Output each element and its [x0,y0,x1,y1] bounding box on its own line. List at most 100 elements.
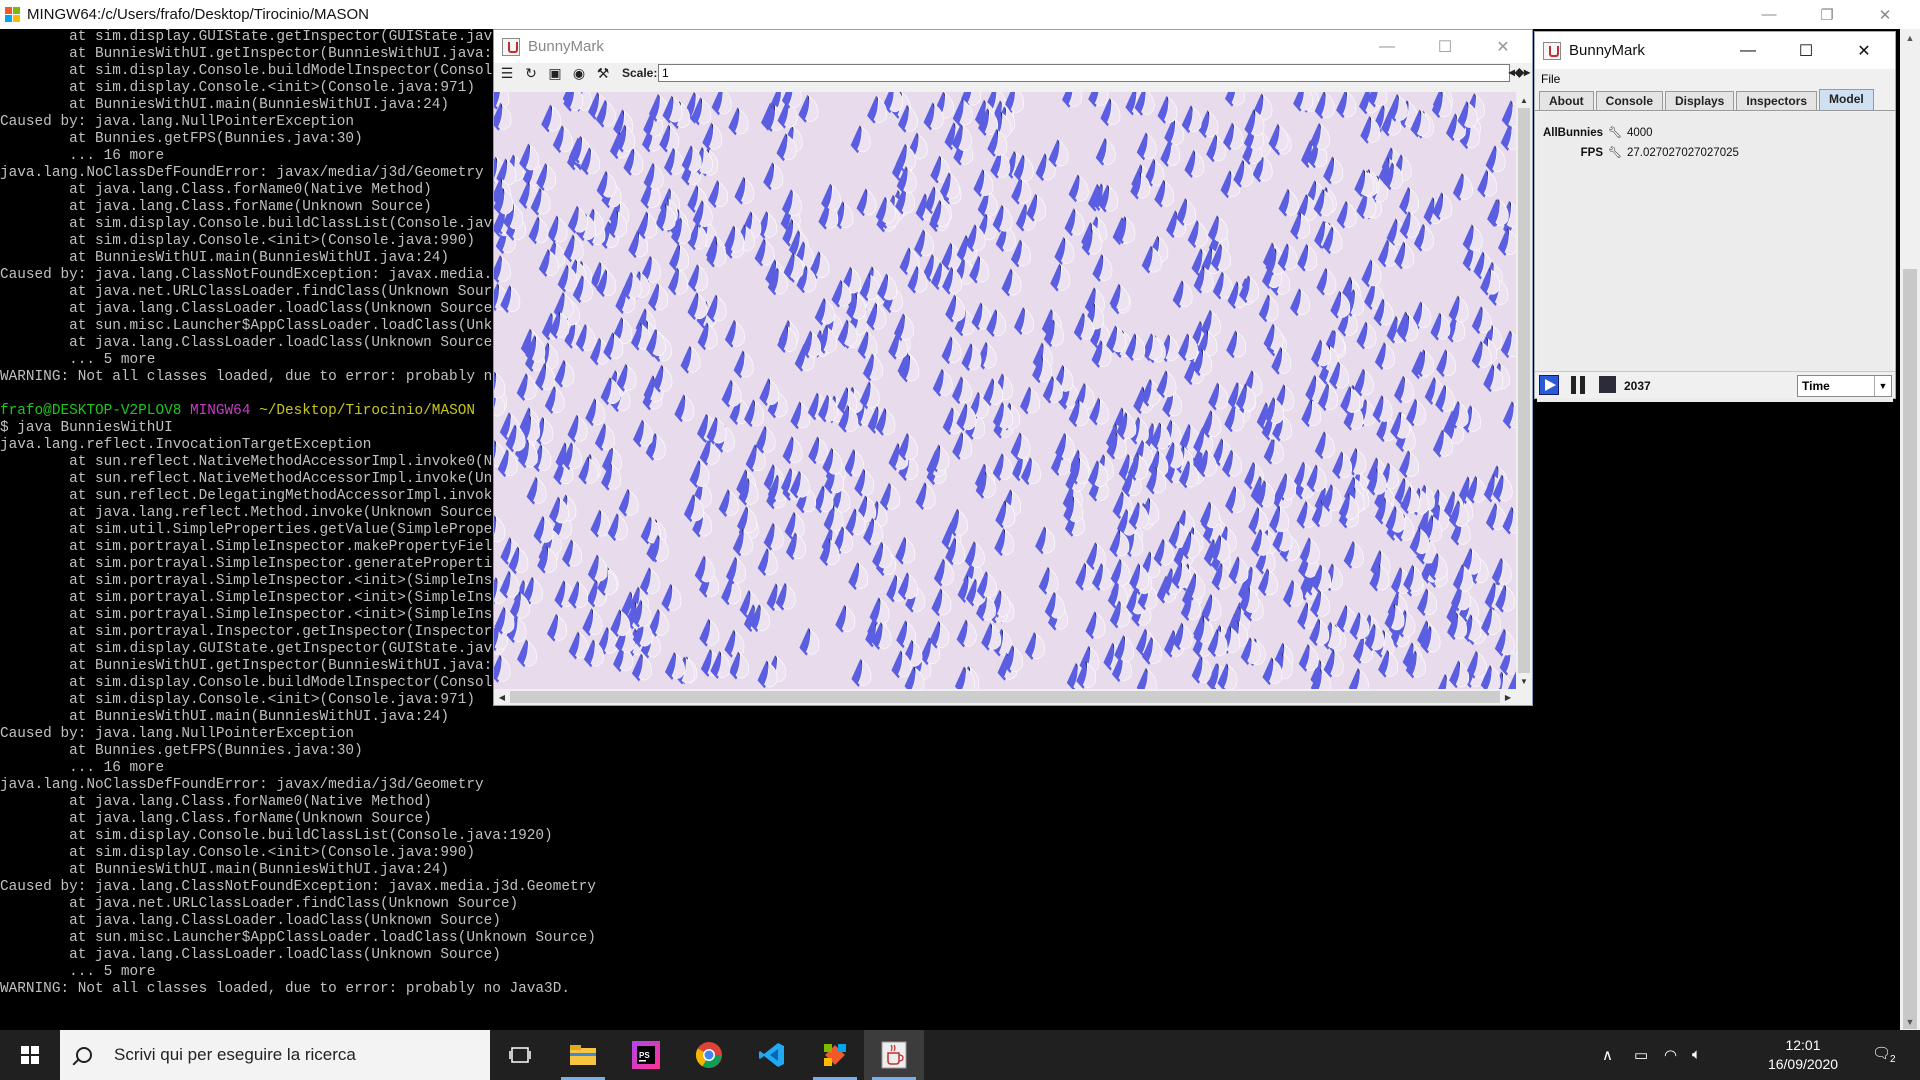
refresh-icon[interactable]: ↻ [522,65,540,81]
git-bash-button[interactable] [805,1030,865,1080]
console-minimize-button[interactable]: — [1719,32,1777,69]
notification-count: 2 [1890,1054,1896,1065]
property-value[interactable]: 27.027027027027025 [1627,147,1739,159]
terminal-restore-button[interactable]: ❐ [1798,0,1856,29]
pause-button[interactable] [1571,376,1589,394]
bunny-sprite [1172,280,1193,309]
movie-camera-icon[interactable]: ▣ [546,65,564,81]
tab-about[interactable]: About [1539,91,1594,110]
bunny-sprite [1268,123,1289,152]
display-horizontal-scrollbar[interactable]: ◀ ▶ [494,689,1516,705]
bunny-sprite [688,264,708,293]
wrench-icon[interactable]: ⚒ [594,65,612,81]
console-titlebar[interactable]: BunnyMark — ☐ ✕ [1535,32,1895,69]
terminal-close-button[interactable]: ✕ [1856,0,1914,29]
task-view-button[interactable] [490,1030,550,1080]
bunny-sprite [680,345,701,374]
tab-console[interactable]: Console [1595,91,1663,110]
stop-button[interactable] [1599,376,1616,393]
java-icon [502,37,520,56]
bunny-sprite [594,423,615,452]
volume-muted-icon[interactable]: 🔈︎ [1692,1046,1701,1063]
vertical-scroll-thumb[interactable] [1518,108,1530,673]
chevron-down-icon[interactable]: ▼ [1874,376,1891,396]
terminal-line: java.lang.NoClassDefFoundError: javax/me… [0,777,484,793]
terminal-scrollbar[interactable]: ▲ ▼ [1900,29,1920,1030]
layers-icon[interactable]: ☰ [498,65,516,81]
bunny-sprite [1278,188,1299,217]
bunny-sprite [1263,436,1284,465]
play-button[interactable] [1539,375,1559,395]
bunny-sprite [1212,271,1233,300]
prompt-user: frafo@DESKTOP-V2PLOV8 [0,403,182,419]
taskbar-search-box[interactable]: Scrivi qui per eseguire la ricerca [60,1030,490,1080]
bunnymark-display-window[interactable]: BunnyMark — ☐ ✕ ☰ ↻ ▣ ◉ ⚒ Scale: 1 ◂◆▸ ▲… [493,29,1533,706]
display-vertical-scrollbar[interactable]: ▲ ▼ [1516,92,1532,689]
taskbar-clock[interactable]: 12:01 16/09/2020 [1758,1036,1848,1074]
bunny-sprite [994,528,1015,557]
bunny-sprite [516,373,537,402]
wifi-icon[interactable]: ◠ [1664,1046,1677,1064]
bunny-sprite [1316,267,1337,296]
tab-displays[interactable]: Displays [1665,91,1735,110]
display-titlebar[interactable]: BunnyMark — ☐ ✕ [494,30,1532,63]
bunny-sprite [1343,540,1364,569]
wrench-icon[interactable]: 🔧︎ [1608,126,1622,139]
terminal-minimize-button[interactable]: — [1740,0,1798,29]
bunny-sprite [563,234,584,263]
start-button[interactable] [0,1030,60,1080]
display-close-button[interactable]: ✕ [1474,30,1532,63]
tab-inspectors[interactable]: Inspectors [1736,91,1818,110]
vscode-button[interactable] [742,1030,802,1080]
scroll-down-arrow-icon[interactable]: ▼ [1900,1013,1920,1030]
java-app-button[interactable] [864,1030,924,1080]
bunny-sprite [699,618,720,647]
phpstorm-button[interactable]: PS [616,1030,676,1080]
scroll-up-arrow-icon[interactable]: ▲ [1516,92,1532,108]
scroll-up-arrow-icon[interactable]: ▲ [1900,29,1920,46]
camera-icon[interactable]: ◉ [570,65,588,81]
bunnymark-console-window[interactable]: BunnyMark — ☐ ✕ File About Console Displ… [1534,31,1896,402]
tab-model[interactable]: Model [1819,89,1874,110]
zoom-arrows-icon[interactable]: ◂◆▸ [1509,65,1530,79]
chevron-up-icon[interactable]: ∧ [1602,1046,1613,1064]
scale-input[interactable]: 1 [658,64,1510,82]
scroll-down-arrow-icon[interactable]: ▼ [1516,673,1532,689]
bunny-sprite [585,398,606,427]
terminal-line: at java.lang.ClassLoader.loadClass(Unkno… [0,947,501,963]
scroll-right-arrow-icon[interactable]: ▶ [1500,689,1516,705]
bunny-sprite [674,394,695,423]
file-explorer-button[interactable] [553,1030,613,1080]
console-close-button[interactable]: ✕ [1835,32,1893,69]
display-maximize-button[interactable]: ☐ [1416,30,1474,63]
bunny-sprite [596,170,617,199]
time-mode-select[interactable]: Time ▼ [1797,375,1892,397]
terminal-line: at BunniesWithUI.main(BunniesWithUI.java… [0,709,450,725]
bunny-sprite [848,562,869,591]
bunny-sprite [694,555,715,584]
console-maximize-button[interactable]: ☐ [1777,32,1835,69]
wrench-icon[interactable]: 🔧︎ [1608,146,1622,159]
display-minimize-button[interactable]: — [1358,30,1416,63]
bunny-sprite [851,659,872,687]
notification-center-icon[interactable]: 🗨︎ [1872,1044,1891,1062]
simulation-canvas[interactable] [494,92,1516,689]
bunny-sprite [1223,122,1243,151]
scroll-left-arrow-icon[interactable]: ◀ [494,689,510,705]
terminal-titlebar[interactable]: MINGW64:/c/Users/frafo/Desktop/Tirocinio… [0,0,1920,29]
terminal-scroll-thumb[interactable] [1903,269,1917,1029]
bunny-sprite [1225,485,1246,514]
bunny-sprite [1092,254,1113,282]
bunny-sprite [702,122,723,151]
bunny-sprite [1501,100,1516,129]
bunny-sprite [1020,386,1040,415]
horizontal-scroll-thumb[interactable] [510,691,1500,703]
bunny-sprite [582,608,603,637]
system-tray: ∧ ▭ ◠ 🔈︎ 12:01 16/09/2020 🗨︎ 2 [1590,1030,1920,1080]
chrome-button[interactable] [679,1030,739,1080]
terminal-line: ... 16 more [0,760,165,776]
battery-icon[interactable]: ▭ [1634,1046,1648,1064]
property-value[interactable]: 4000 [1627,127,1653,139]
file-menu[interactable]: File [1541,72,1560,86]
